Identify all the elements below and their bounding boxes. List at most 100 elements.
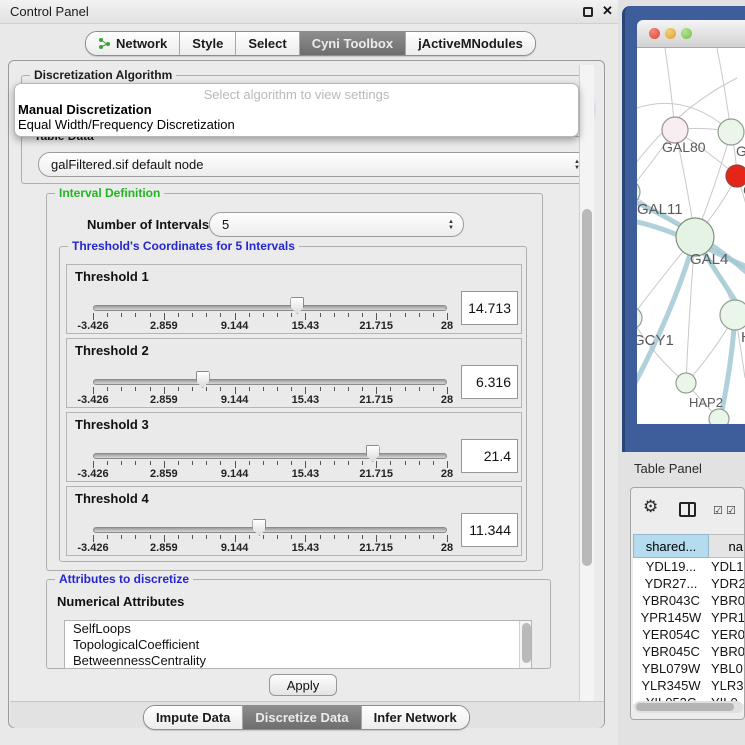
slider-tick bbox=[291, 535, 292, 539]
slider-tick bbox=[263, 535, 264, 539]
table-hscrollbar-thumb[interactable] bbox=[636, 703, 734, 711]
tab-impute-data[interactable]: Impute Data bbox=[144, 706, 243, 729]
threshold-value-field[interactable]: 21.4 bbox=[461, 439, 518, 473]
slider-tick bbox=[263, 313, 264, 317]
table-cell[interactable]: YBL0 bbox=[709, 660, 745, 677]
slider-tick bbox=[348, 387, 349, 391]
table-cell[interactable]: YBR043C bbox=[633, 592, 709, 609]
network-window-titlebar[interactable] bbox=[637, 20, 745, 48]
slider-tick bbox=[419, 461, 420, 465]
attribute-item[interactable]: SelfLoops bbox=[65, 621, 531, 637]
table-cell[interactable]: YPR1 bbox=[709, 609, 745, 626]
network-node-h[interactable] bbox=[720, 300, 745, 330]
tab-style[interactable]: Style bbox=[180, 32, 236, 55]
table-cell[interactable]: YDR2 bbox=[709, 575, 745, 592]
tab-infer-network[interactable]: Infer Network bbox=[362, 706, 469, 729]
close-traffic-light-icon[interactable] bbox=[649, 28, 660, 39]
tab-cyni-toolbox[interactable]: Cyni Toolbox bbox=[300, 32, 406, 55]
table-cell[interactable]: YBL079W bbox=[633, 660, 709, 677]
gear-icon[interactable]: ⚙ bbox=[643, 497, 658, 517]
slider-tick bbox=[277, 535, 278, 539]
table-row[interactable]: YBL079WYBL0 bbox=[633, 660, 745, 677]
table-row[interactable]: YDR27...YDR2 bbox=[633, 575, 745, 592]
tick-label: 2.859 bbox=[150, 394, 178, 406]
table-row[interactable]: YER054CYER0 bbox=[633, 626, 745, 643]
threshold-label: Threshold 3 bbox=[75, 417, 149, 432]
tab-label: Discretize Data bbox=[255, 710, 348, 725]
algorithm-option[interactable]: Equal Width/Frequency Discretization bbox=[15, 117, 578, 132]
column-layout-icon[interactable] bbox=[679, 502, 696, 517]
network-node-hap2[interactable] bbox=[676, 373, 696, 393]
table-cell[interactable]: YDL1 bbox=[709, 558, 745, 575]
list-scrollbar[interactable] bbox=[519, 621, 531, 668]
slider-tick bbox=[305, 535, 306, 542]
table-cell[interactable]: YPR145W bbox=[633, 609, 709, 626]
checkbox-icon[interactable]: ☑ bbox=[713, 504, 723, 517]
tab-jactivemnodules[interactable]: jActiveMNodules bbox=[406, 32, 535, 55]
table-row[interactable]: YBR043CYBR0 bbox=[633, 592, 745, 609]
threshold-value-field[interactable]: 11.344 bbox=[461, 513, 518, 547]
slider-track[interactable] bbox=[93, 527, 447, 533]
tick-label: 21.715 bbox=[359, 394, 393, 406]
zoom-traffic-light-icon[interactable] bbox=[681, 28, 692, 39]
tab-select[interactable]: Select bbox=[236, 32, 299, 55]
table-panel-title: Table Panel bbox=[634, 461, 702, 476]
table-row[interactable]: YPR145WYPR1 bbox=[633, 609, 745, 626]
panel-scrollbar-thumb[interactable] bbox=[582, 209, 592, 566]
slider-thumb[interactable] bbox=[196, 371, 210, 388]
slider-thumb[interactable] bbox=[252, 519, 266, 536]
slider-track[interactable] bbox=[93, 305, 447, 311]
table-data-combo[interactable]: galFiltered.sif default node ▲▼ bbox=[38, 152, 590, 177]
table-cell[interactable]: YBR0 bbox=[709, 643, 745, 660]
tick-label: 2.859 bbox=[150, 468, 178, 480]
table-row[interactable]: YDL19...YDL1 bbox=[633, 558, 745, 575]
attribute-item[interactable]: BetweennessCentrality bbox=[65, 653, 531, 669]
slider-tick bbox=[348, 461, 349, 465]
slider-thumb[interactable] bbox=[290, 297, 304, 314]
algorithm-option[interactable]: Manual Discretization bbox=[15, 102, 578, 117]
tab-network[interactable]: Network bbox=[86, 32, 180, 55]
slider-tick bbox=[206, 313, 207, 317]
network-canvas[interactable]: GAL80GACGAL11GAL4GCY1HHAP2 bbox=[637, 48, 745, 424]
table-row[interactable]: YBR045CYBR0 bbox=[633, 643, 745, 660]
table-cell[interactable]: YLR3 bbox=[709, 677, 745, 694]
num-intervals-combo[interactable]: 5 ▲▼ bbox=[209, 212, 464, 237]
table-hscrollbar[interactable] bbox=[634, 701, 743, 713]
table-cell[interactable]: YER0 bbox=[709, 626, 745, 643]
column-header-name[interactable]: na bbox=[709, 534, 745, 558]
network-node-gcy1[interactable] bbox=[637, 307, 642, 329]
apply-button[interactable]: Apply bbox=[269, 674, 337, 696]
table-cell[interactable]: YER054C bbox=[633, 626, 709, 643]
slider-tick bbox=[291, 387, 292, 391]
slider-tick bbox=[390, 313, 391, 317]
attribute-item[interactable]: TopologicalCoefficient bbox=[65, 637, 531, 653]
column-header-shared[interactable]: shared... bbox=[633, 534, 709, 558]
group-title: Interval Definition bbox=[55, 186, 164, 200]
threshold-value-field[interactable]: 6.316 bbox=[461, 365, 518, 399]
close-icon[interactable]: ✕ bbox=[602, 3, 613, 19]
network-node-top-green[interactable] bbox=[718, 119, 744, 145]
checkbox-icon[interactable]: ☑ bbox=[726, 504, 736, 517]
table-cell[interactable]: YBR045C bbox=[633, 643, 709, 660]
threshold-box: Threshold 4-3.4262.8599.14415.4321.71528… bbox=[66, 486, 522, 556]
tab-discretize-data[interactable]: Discretize Data bbox=[243, 706, 361, 729]
slider-tick bbox=[150, 387, 151, 391]
network-node-bottom[interactable] bbox=[709, 409, 729, 424]
table-cell[interactable]: YLR345W bbox=[633, 677, 709, 694]
table-rows[interactable]: YDL19...YDL1YDR27...YDR2YBR043CYBR0YPR14… bbox=[633, 558, 745, 704]
slider-track[interactable] bbox=[93, 453, 447, 459]
list-scrollbar-thumb[interactable] bbox=[522, 623, 531, 663]
slider-tick bbox=[192, 535, 193, 539]
table-cell[interactable]: YDR27... bbox=[633, 575, 709, 592]
numerical-attributes-list[interactable]: SelfLoopsTopologicalCoefficientBetweenne… bbox=[64, 620, 532, 669]
table-cell[interactable]: YBR0 bbox=[709, 592, 745, 609]
threshold-value-field[interactable]: 14.713 bbox=[461, 291, 518, 325]
slider-thumb[interactable] bbox=[366, 445, 380, 462]
slider-tick bbox=[362, 461, 363, 465]
slider-track[interactable] bbox=[93, 379, 447, 385]
table-cell[interactable]: YDL19... bbox=[633, 558, 709, 575]
float-window-icon[interactable] bbox=[583, 7, 593, 17]
minimize-traffic-light-icon[interactable] bbox=[665, 28, 676, 39]
panel-scrollbar[interactable] bbox=[579, 65, 594, 701]
table-row[interactable]: YLR345WYLR3 bbox=[633, 677, 745, 694]
